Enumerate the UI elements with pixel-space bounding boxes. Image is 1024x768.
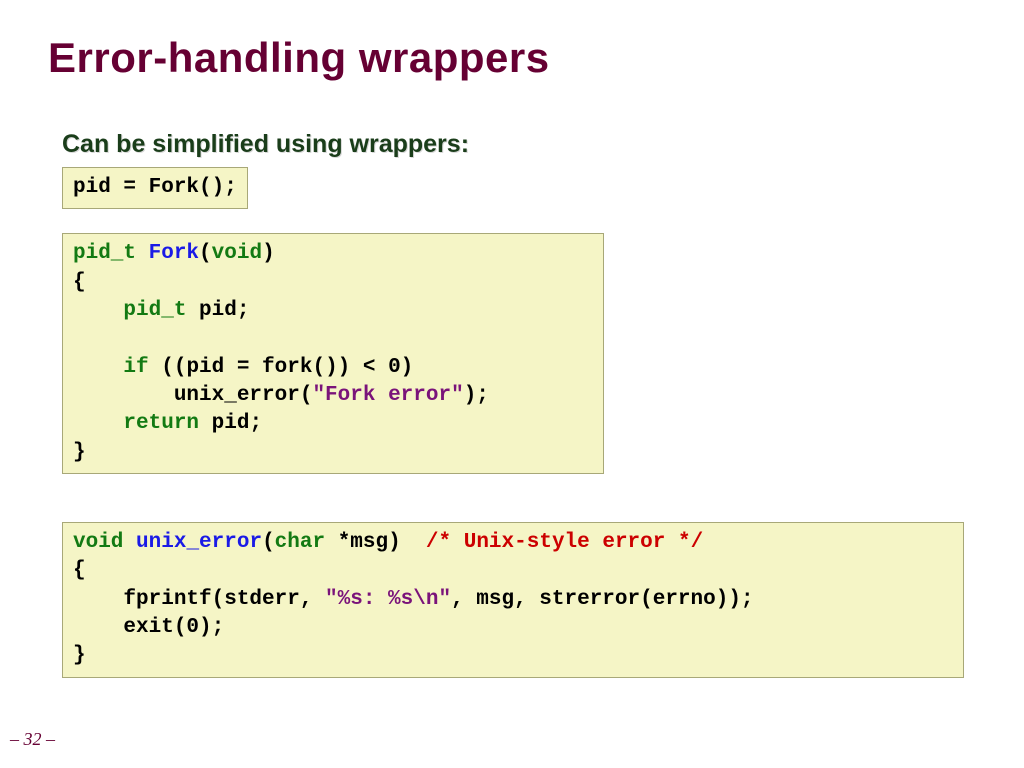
code-text: ); bbox=[464, 384, 489, 407]
code-text: char bbox=[275, 531, 325, 554]
code-text: ((pid = fork()) < 0) bbox=[149, 356, 414, 379]
code-text: void bbox=[212, 242, 262, 265]
code-text: ( bbox=[199, 242, 212, 265]
code-text: "%s: %s\n" bbox=[325, 588, 451, 611]
slide: Error-handling wrappers Can be simplifie… bbox=[0, 0, 1024, 768]
code-unixerror-box: void unix_error(char *msg) /* Unix-style… bbox=[62, 522, 964, 678]
code-text: { bbox=[73, 559, 86, 582]
code-text: pid_t bbox=[73, 242, 136, 265]
code-text: if bbox=[123, 356, 148, 379]
code-text: Fork bbox=[149, 242, 199, 265]
code-text bbox=[73, 299, 123, 322]
page-number: – 32 – bbox=[10, 729, 55, 750]
slide-title: Error-handling wrappers bbox=[48, 34, 976, 82]
code-text: pid_t bbox=[123, 299, 186, 322]
code-text: pid; bbox=[199, 412, 262, 435]
code-text: void bbox=[73, 531, 123, 554]
code-text: ) bbox=[262, 242, 275, 265]
code-text bbox=[73, 412, 123, 435]
code-text: ( bbox=[262, 531, 275, 554]
code-text: pid = Fork(); bbox=[73, 176, 237, 199]
code-text: "Fork error" bbox=[312, 384, 463, 407]
code-text: return bbox=[123, 412, 199, 435]
code-text: *msg) bbox=[325, 531, 426, 554]
code-text: fprintf(stderr, bbox=[73, 588, 325, 611]
code-text: exit(0); bbox=[73, 616, 224, 639]
code-text bbox=[73, 356, 123, 379]
code-text: /* Unix-style error */ bbox=[426, 531, 703, 554]
code-fork-box: pid_t Fork(void) { pid_t pid; if ((pid =… bbox=[62, 233, 604, 474]
code-text: } bbox=[73, 441, 86, 464]
code-text: { bbox=[73, 271, 86, 294]
slide-subtitle: Can be simplified using wrappers: bbox=[62, 130, 976, 159]
code-text: unix_error( bbox=[73, 384, 312, 407]
code-call-box: pid = Fork(); bbox=[62, 167, 248, 209]
code-text: pid; bbox=[186, 299, 249, 322]
code-text: } bbox=[73, 644, 86, 667]
code-text: unix_error bbox=[136, 531, 262, 554]
code-text: , msg, strerror(errno)); bbox=[451, 588, 753, 611]
